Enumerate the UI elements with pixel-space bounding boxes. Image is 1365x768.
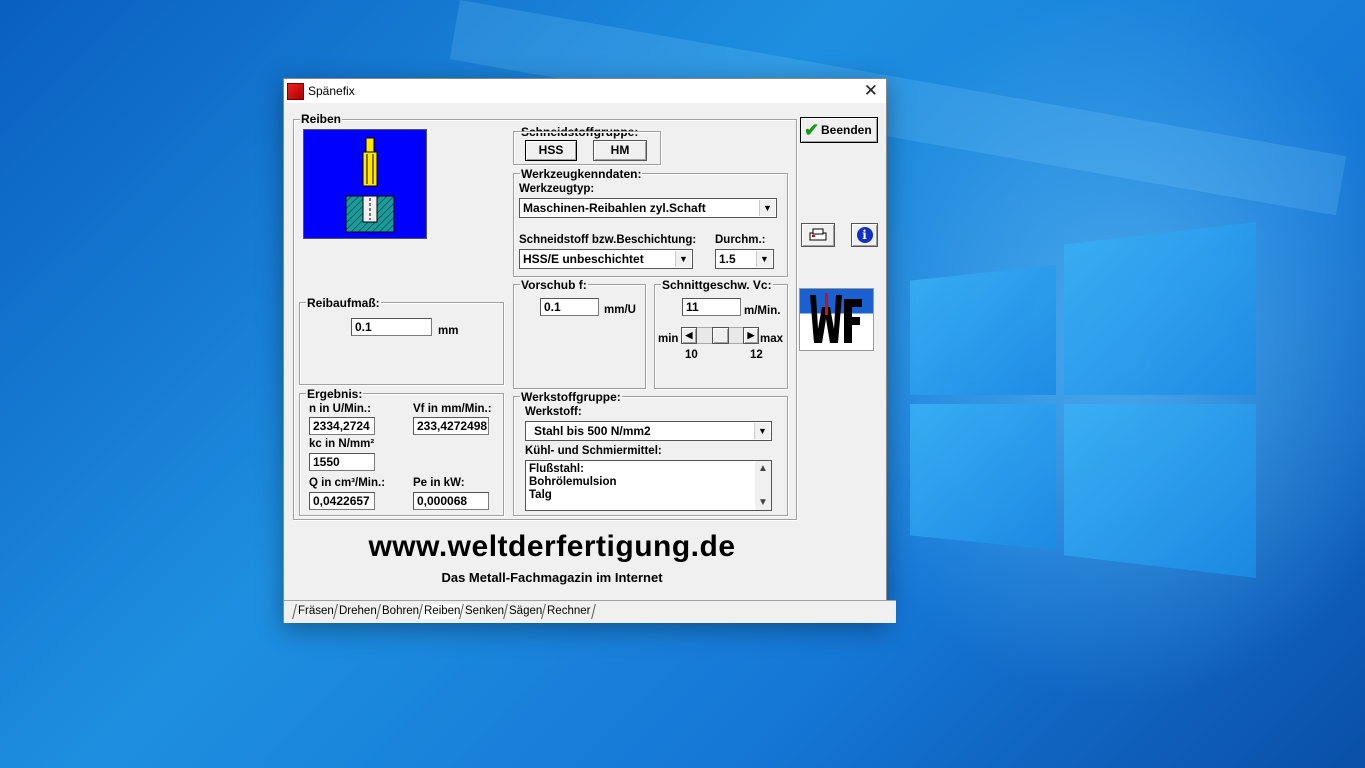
footer-tagline: Das Metall-Fachmagazin im Internet <box>441 570 663 585</box>
reiben-group-label: Reiben <box>300 112 343 126</box>
schnittgeschw-slider[interactable]: ◀ ▶ <box>681 327 759 345</box>
window-title: Spänefix <box>308 84 355 98</box>
slider-max-label: max <box>760 333 784 345</box>
app-icon <box>287 83 304 100</box>
q-label: Q in cm³/Min.: <box>309 477 386 489</box>
close-button[interactable]: ✕ <box>864 81 878 101</box>
chevron-down-icon[interactable]: ▼ <box>759 200 775 216</box>
schneidstoff-value: HSS/E unbeschichtet <box>523 252 644 266</box>
scroll-down-icon[interactable]: ▼ <box>758 497 768 508</box>
spaenefix-window: Spänefix ✕ Reiben Schneidstoffgruppe: HS… <box>283 78 896 623</box>
chevron-down-icon[interactable]: ▼ <box>754 423 770 439</box>
wdf-logo-icon <box>810 293 862 343</box>
ergebnis-label: Ergebnis: <box>306 387 364 401</box>
chevron-down-icon[interactable]: ▼ <box>756 251 772 267</box>
beenden-button[interactable]: ✔ Beenden <box>800 117 878 143</box>
windows-logo-pane-tr <box>1064 222 1256 395</box>
schnittgeschw-input[interactable]: 11 <box>682 298 741 316</box>
vorschub-unit: mm/U <box>604 304 636 316</box>
tab-bohren[interactable]: Bohren <box>375 604 424 619</box>
slider-thumb[interactable] <box>711 327 729 344</box>
print-button[interactable] <box>801 223 835 247</box>
windows-logo-pane-br <box>1064 404 1256 578</box>
reibaufmass-unit: mm <box>438 325 459 337</box>
slider-right-button[interactable]: ▶ <box>743 327 759 344</box>
n-label: n in U/Min.: <box>309 403 371 415</box>
reibaufmass-input[interactable]: 0.1 <box>351 318 432 336</box>
tab-bar: Fräsen Drehen Bohren Reiben Senken Sägen Rechn… <box>284 600 896 623</box>
title-bar[interactable]: Spänefix ✕ <box>284 79 886 103</box>
check-icon: ✔ <box>804 120 820 140</box>
pe-output: 0,000068 <box>413 492 489 510</box>
hm-button[interactable]: HM <box>593 140 647 161</box>
werkstoff-select[interactable]: Stahl bis 500 N/mm2 ▼ <box>525 421 772 441</box>
q-output: 0,0422657 <box>309 492 375 510</box>
kc-output: 1550 <box>309 453 375 471</box>
slider-max-value: 12 <box>750 349 763 361</box>
werkzeugtyp-value: Maschinen-Reibahlen zyl.Schaft <box>523 201 706 215</box>
tab-drehen[interactable]: Drehen <box>332 604 382 619</box>
werkstoffgruppe-label: Werkstoffgruppe: <box>520 390 622 404</box>
werkstoff-label: Werkstoff: <box>525 406 582 418</box>
werkzeugtyp-select[interactable]: Maschinen-Reibahlen zyl.Schaft ▼ <box>519 198 777 218</box>
kuehl-label: Kühl- und Schmiermittel: <box>525 445 662 457</box>
werkzeugtyp-label: Werkzeugtyp: <box>519 183 595 195</box>
vf-output: 233,4272498 <box>413 417 489 435</box>
schnittgeschw-unit: m/Min. <box>744 305 781 317</box>
list-item[interactable]: Talg <box>526 489 771 502</box>
list-item[interactable]: Flußstahl: <box>526 463 771 476</box>
n-output: 2334,2724 <box>309 417 375 435</box>
slider-min-value: 10 <box>685 349 698 361</box>
reiben-tool-illustration <box>303 129 427 239</box>
durchm-value: 1.5 <box>719 252 736 266</box>
hss-button[interactable]: HSS <box>525 140 577 161</box>
schneidstoff-label: Schneidstoff bzw.Beschichtung: <box>519 234 697 246</box>
reibaufmass-group <box>299 302 504 385</box>
chevron-down-icon[interactable]: ▼ <box>675 251 691 267</box>
durchm-label: Durchm.: <box>715 234 766 246</box>
printer-icon <box>809 228 827 241</box>
windows-logo-pane-tl <box>910 265 1056 395</box>
schneidstoff-select[interactable]: HSS/E unbeschichtet ▼ <box>519 249 693 269</box>
werkstoff-value: Stahl bis 500 N/mm2 <box>534 424 651 438</box>
reibaufmass-label: Reibaufmaß: <box>306 296 381 310</box>
beenden-label: Beenden <box>821 123 872 137</box>
pe-label: Pe in kW: <box>413 477 465 489</box>
durchm-select[interactable]: 1.5 ▼ <box>715 249 774 269</box>
kuehl-listbox[interactable]: Flußstahl: Bohrölemulsion Talg ▲ ▼ <box>525 460 772 511</box>
scroll-up-icon[interactable]: ▲ <box>758 463 768 474</box>
tab-reiben[interactable]: Reiben <box>417 604 465 619</box>
kc-label: kc in N/mm² <box>309 438 375 450</box>
footer-url: www.weltderfertigung.de <box>368 530 736 563</box>
vorschub-input[interactable]: 0.1 <box>540 298 599 316</box>
schnittgeschw-label: Schnittgeschw. Vc: <box>661 278 773 292</box>
info-icon: i <box>856 227 873 243</box>
vf-label: Vf in mm/Min.: <box>413 403 492 415</box>
list-item[interactable]: Bohrölemulsion <box>526 476 771 489</box>
tab-fraesen[interactable]: Fräsen <box>292 604 339 619</box>
slider-left-button[interactable]: ◀ <box>681 327 697 344</box>
slider-min-label: min <box>658 333 679 345</box>
windows-logo-pane-bl <box>910 404 1056 550</box>
kuehl-scrollbar[interactable]: ▲ ▼ <box>755 461 771 510</box>
werkzeugkenndaten-label: Werkzeugkenndaten: <box>520 167 643 181</box>
reamer-icon <box>345 137 395 233</box>
vorschub-label: Vorschub f: <box>520 278 588 292</box>
wdf-logo <box>799 288 874 351</box>
tab-senken[interactable]: Senken <box>459 604 509 619</box>
tab-rechner[interactable]: Rechner <box>541 604 597 619</box>
info-button[interactable]: i <box>851 223 878 247</box>
